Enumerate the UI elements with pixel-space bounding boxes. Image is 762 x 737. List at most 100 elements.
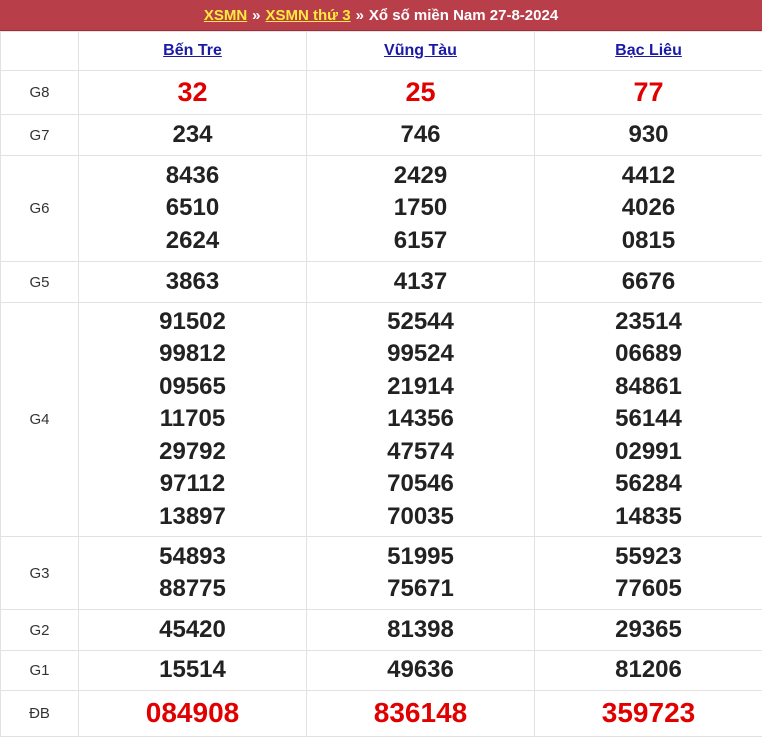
prize-number: 359723 [535,697,762,730]
prize-number: 15514 [79,654,306,687]
prize-number: 2624 [79,225,306,258]
results-table: Bến Tre Vũng Tàu Bạc Liêu G8322577G72347… [0,31,762,737]
prize-cell: 930 [535,115,762,156]
prize-cell: 81398 [307,610,535,651]
prize-row-g4: G491502998120956511705297929711213897525… [1,303,762,537]
prize-cell: 4137 [307,262,535,303]
prize-number: 45420 [79,614,306,647]
prize-number: 70546 [307,468,534,501]
prize-cell: 49636 [307,651,535,691]
prize-number: 4137 [307,266,534,299]
province-link-bac-lieu[interactable]: Bạc Liêu [615,42,682,59]
prize-number: 4026 [535,192,762,225]
prize-number: 1750 [307,192,534,225]
prize-cell: 77 [535,71,762,115]
breadcrumb-separator: » [356,7,364,24]
prize-number: 3863 [79,266,306,299]
prize-number: 0815 [535,225,762,258]
breadcrumb-separator: » [252,7,260,24]
prize-cell: 234 [79,115,307,156]
prize-label: G8 [1,71,79,115]
prize-number: 32 [79,76,306,109]
prize-cell: 441240260815 [535,156,762,262]
prize-number: 54893 [79,541,306,574]
prize-number: 09565 [79,371,306,404]
prize-number: 55923 [535,541,762,574]
prize-cell: 746 [307,115,535,156]
prize-number: 23514 [535,306,762,339]
prize-number: 77605 [535,573,762,606]
prize-number: 836148 [307,697,534,730]
xsmn-link[interactable]: XSMN [204,7,247,24]
prize-number: 11705 [79,403,306,436]
title-bar: XSMN » XSMN thứ 3 » Xổ số miền Nam 27-8-… [0,0,762,31]
prize-number: 52544 [307,306,534,339]
prize-number: 746 [307,119,534,152]
prize-number: 14356 [307,403,534,436]
prize-number: 81398 [307,614,534,647]
prize-cell: 91502998120956511705297929711213897 [79,303,307,537]
prize-label: ĐB [1,691,79,737]
prize-cell: 836148 [307,691,535,737]
prize-number: 4412 [535,160,762,193]
prize-row-g3: G3548938877551995756715592377605 [1,537,762,610]
prize-number: 29792 [79,436,306,469]
prize-number: 930 [535,119,762,152]
prize-label: G6 [1,156,79,262]
prize-row-g5: G5386341376676 [1,262,762,303]
prize-cell: 5199575671 [307,537,535,610]
prize-number: 99524 [307,338,534,371]
prize-rows: G8322577G7234746930G68436651026242429175… [1,71,762,737]
prize-row-g2: G2454208139829365 [1,610,762,651]
prize-number: 70035 [307,501,534,534]
prize-number: 8436 [79,160,306,193]
prize-cell: 084908 [79,691,307,737]
prize-cell: 5592377605 [535,537,762,610]
prize-label: G3 [1,537,79,610]
prize-label: G7 [1,115,79,156]
prize-cell: 6676 [535,262,762,303]
prize-number: 97112 [79,468,306,501]
prize-cell: 242917506157 [307,156,535,262]
prize-number: 77 [535,76,762,109]
prize-number: 75671 [307,573,534,606]
prize-row-g8: G8322577 [1,71,762,115]
prize-row-g7: G7234746930 [1,115,762,156]
prize-cell: 29365 [535,610,762,651]
prize-cell: 3863 [79,262,307,303]
prize-number: 6510 [79,192,306,225]
prize-number: 99812 [79,338,306,371]
prize-label: G4 [1,303,79,537]
prize-number: 51995 [307,541,534,574]
prize-number: 06689 [535,338,762,371]
prize-cell: 15514 [79,651,307,691]
prize-number: 49636 [307,654,534,687]
prize-number: 91502 [79,306,306,339]
prize-number: 6157 [307,225,534,258]
prize-row-g1: G1155144963681206 [1,651,762,691]
prize-row-g6: G6843665102624242917506157441240260815 [1,156,762,262]
lottery-results: XSMN » XSMN thứ 3 » Xổ số miền Nam 27-8-… [0,0,762,737]
prize-number: 29365 [535,614,762,647]
prize-cell: 32 [79,71,307,115]
province-link-vung-tau[interactable]: Vũng Tàu [384,42,457,59]
xsmn-thu3-link[interactable]: XSMN thứ 3 [266,7,351,24]
prize-cell: 843665102624 [79,156,307,262]
prize-label: G2 [1,610,79,651]
prize-cell: 23514066898486156144029915628414835 [535,303,762,537]
prize-cell: 45420 [79,610,307,651]
province-header-row: Bến Tre Vũng Tàu Bạc Liêu [1,32,762,71]
province-link-ben-tre[interactable]: Bến Tre [163,42,222,59]
prize-number: 13897 [79,501,306,534]
prize-number: 25 [307,76,534,109]
prize-number: 84861 [535,371,762,404]
prize-number: 56284 [535,468,762,501]
prize-number: 21914 [307,371,534,404]
prize-number: 234 [79,119,306,152]
prize-number: 2429 [307,160,534,193]
prize-cell: 81206 [535,651,762,691]
prize-cell: 25 [307,71,535,115]
prize-number: 084908 [79,697,306,730]
page-title: Xổ số miền Nam 27-8-2024 [369,7,558,24]
prize-cell: 5489388775 [79,537,307,610]
